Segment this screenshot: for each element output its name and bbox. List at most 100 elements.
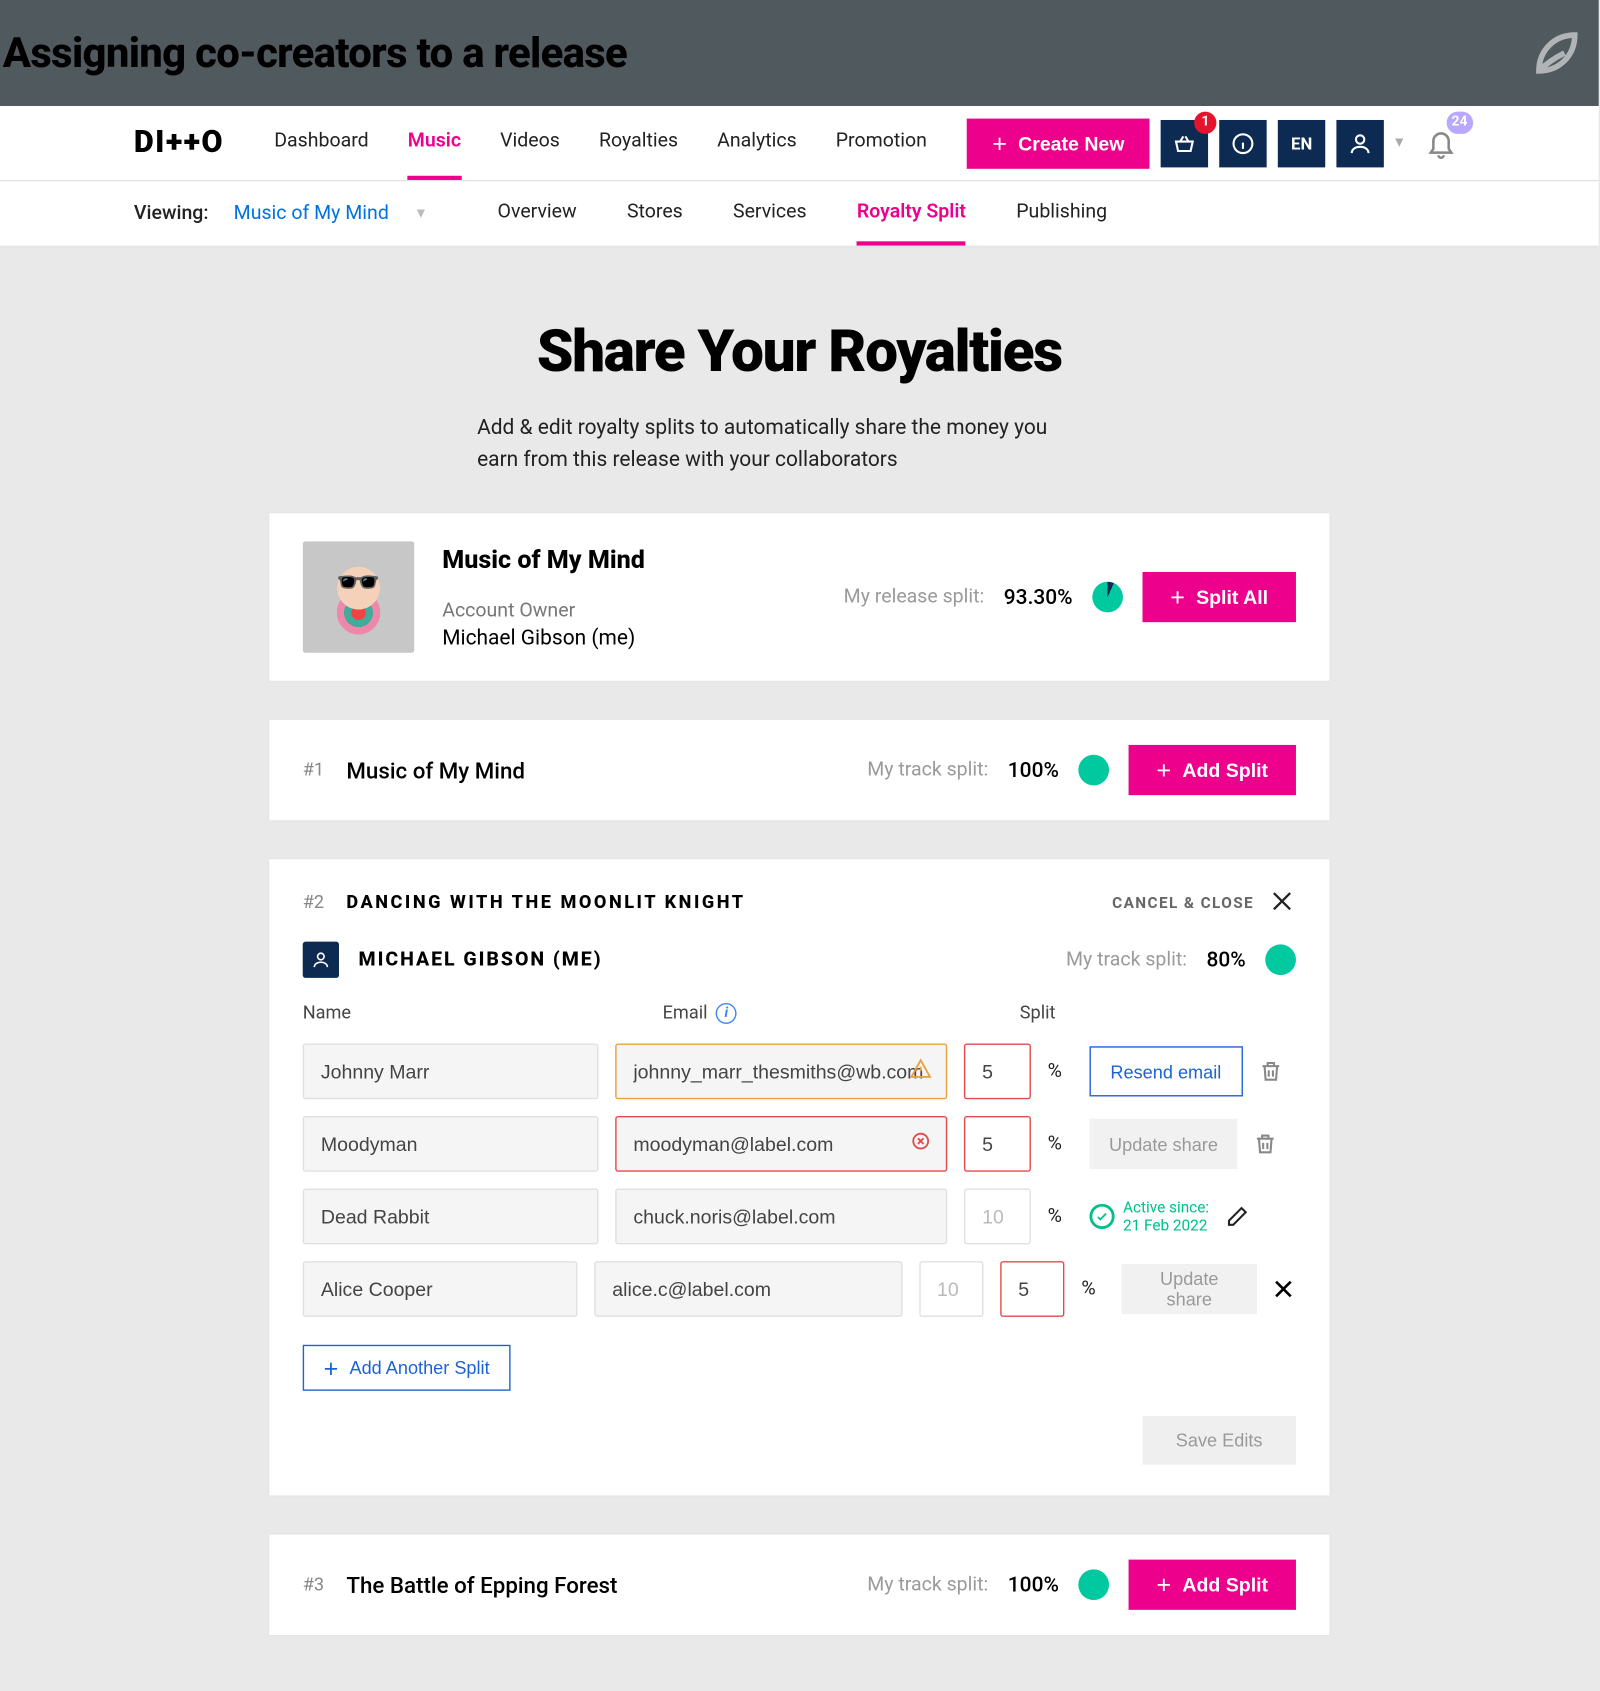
doc-header: Assigning co-creators to a release [0, 0, 1599, 106]
name-input[interactable] [303, 1043, 599, 1099]
close-icon [1268, 887, 1296, 919]
release-title: Music of My Mind [442, 545, 645, 574]
my-track-split-label: My track split: [1066, 949, 1187, 971]
me-row: MICHAEL GIBSON (ME) My track split: 80% [269, 930, 1329, 1003]
tab-overview[interactable]: Overview [498, 181, 577, 245]
viewing-label: Viewing: [134, 202, 209, 224]
chevron-down-icon: ▼ [414, 206, 428, 221]
cart-button[interactable]: 1 [1161, 119, 1208, 166]
cover-art: 🕶️ [303, 541, 415, 653]
name-input[interactable] [303, 1116, 599, 1172]
info-button[interactable] [1219, 119, 1266, 166]
split-all-button[interactable]: + Split All [1142, 572, 1296, 622]
track-number: #1 [303, 760, 324, 781]
profile-caret-icon[interactable]: ▼ [1392, 135, 1406, 150]
trash-icon[interactable] [1251, 1131, 1279, 1156]
doc-title: Assigning co-creators to a release [3, 29, 627, 78]
check-circle-icon [1089, 1204, 1114, 1229]
sub-nav-bar: Viewing: Music of My Mind ▼ Overview Sto… [0, 181, 1599, 248]
split-dot-icon [1265, 944, 1296, 975]
split-dot-icon [1078, 1569, 1109, 1600]
save-edits-button[interactable]: Save Edits [1142, 1416, 1296, 1465]
language-button[interactable]: EN [1278, 119, 1325, 166]
user-icon [1348, 130, 1373, 155]
split-input[interactable] [964, 1043, 1031, 1099]
percent-label: % [1048, 1060, 1068, 1082]
page-content: Share Your Royalties Add & edit royalty … [0, 248, 1599, 1690]
language-label: EN [1291, 133, 1312, 153]
add-split-button[interactable]: + Add Split [1129, 745, 1296, 795]
notifications-badge: 24 [1446, 111, 1473, 133]
nav-videos[interactable]: Videos [500, 106, 560, 180]
email-input[interactable] [594, 1261, 902, 1317]
me-name: MICHAEL GIBSON (ME) [359, 949, 603, 971]
nav-analytics[interactable]: Analytics [717, 106, 797, 180]
logo[interactable]: DI++O [134, 126, 224, 161]
tab-services[interactable]: Services [733, 181, 807, 245]
profile-button[interactable] [1337, 119, 1384, 166]
tab-royalty-split[interactable]: Royalty Split [857, 181, 966, 245]
nav-dashboard[interactable]: Dashboard [274, 106, 368, 180]
track-split-label: My track split: [867, 759, 988, 781]
release-split-label: My release split: [844, 586, 985, 608]
track-title: DANCING WITH THE MOONLIT KNIGHT [346, 893, 745, 914]
email-input[interactable] [615, 1043, 947, 1099]
col-name: Name [303, 1003, 663, 1024]
add-another-split-button[interactable]: + Add Another Split [303, 1345, 511, 1391]
split-row: % Resend email [269, 1035, 1329, 1108]
track-split-pct: 100% [1008, 757, 1059, 782]
info-icon[interactable]: i [716, 1003, 737, 1024]
name-input[interactable] [303, 1261, 578, 1317]
cancel-close-button[interactable]: CANCEL & CLOSE [1112, 887, 1296, 919]
split-ghost-input[interactable] [919, 1261, 983, 1317]
track-row[interactable]: #3 The Battle of Epping Forest My track … [269, 1535, 1329, 1635]
split-dot-icon [1078, 755, 1109, 786]
resend-email-button[interactable]: Resend email [1089, 1046, 1242, 1096]
basket-icon [1172, 130, 1197, 155]
owner-name: Michael Gibson (me) [442, 624, 645, 649]
split-input[interactable] [964, 1116, 1031, 1172]
release-split-pie-icon [1092, 582, 1123, 613]
track-row[interactable]: #1 Music of My Mind My track split: 100%… [269, 720, 1329, 820]
split-row: % Update share [269, 1253, 1329, 1326]
email-input[interactable] [615, 1189, 947, 1245]
app-navbar: DI++O Dashboard Music Videos Royalties A… [0, 106, 1599, 181]
page-title: Share Your Royalties [537, 318, 1062, 386]
nav-promotion[interactable]: Promotion [836, 106, 927, 180]
update-share-button[interactable]: Update share [1089, 1119, 1237, 1169]
user-icon [303, 942, 339, 978]
add-split-button[interactable]: + Add Split [1129, 1560, 1296, 1610]
release-select[interactable]: Music of My Mind ▼ [234, 202, 428, 224]
leaf-icon [1526, 22, 1587, 83]
notifications-button[interactable]: 24 [1417, 119, 1464, 166]
split-input[interactable] [1000, 1261, 1064, 1317]
cart-badge: 1 [1194, 111, 1216, 133]
split-input[interactable] [964, 1189, 1031, 1245]
my-track-split-pct: 80% [1207, 947, 1246, 972]
owner-role: Account Owner [442, 599, 645, 621]
percent-label: % [1081, 1278, 1099, 1300]
info-icon [1231, 130, 1256, 155]
percent-label: % [1048, 1205, 1068, 1227]
nav-music[interactable]: Music [408, 106, 461, 180]
trash-icon[interactable] [1256, 1059, 1284, 1084]
release-card: 🕶️ Music of My Mind Account Owner Michae… [269, 513, 1329, 680]
track-title: The Battle of Epping Forest [346, 1571, 617, 1598]
track-expanded: #2 DANCING WITH THE MOONLIT KNIGHT CANCE… [269, 859, 1329, 1495]
tab-publishing[interactable]: Publishing [1016, 181, 1107, 245]
email-input[interactable] [615, 1116, 947, 1172]
track-split-pct: 100% [1008, 1572, 1059, 1597]
remove-icon[interactable] [1271, 1276, 1296, 1301]
name-input[interactable] [303, 1189, 599, 1245]
tab-stores[interactable]: Stores [627, 181, 683, 245]
split-row: % Active since: 21 Feb 2022 [269, 1180, 1329, 1253]
create-new-button[interactable]: + Create New [967, 118, 1149, 168]
col-split: Split [1020, 1003, 1101, 1024]
col-email: Email i [663, 1003, 1020, 1024]
warning-icon [910, 1057, 932, 1085]
track-title: Music of My Mind [346, 757, 525, 784]
page-subtitle: Add & edit royalty splits to automatical… [477, 412, 1091, 475]
edit-icon[interactable] [1223, 1204, 1251, 1229]
nav-royalties[interactable]: Royalties [599, 106, 678, 180]
update-share-button[interactable]: Update share [1122, 1264, 1257, 1314]
